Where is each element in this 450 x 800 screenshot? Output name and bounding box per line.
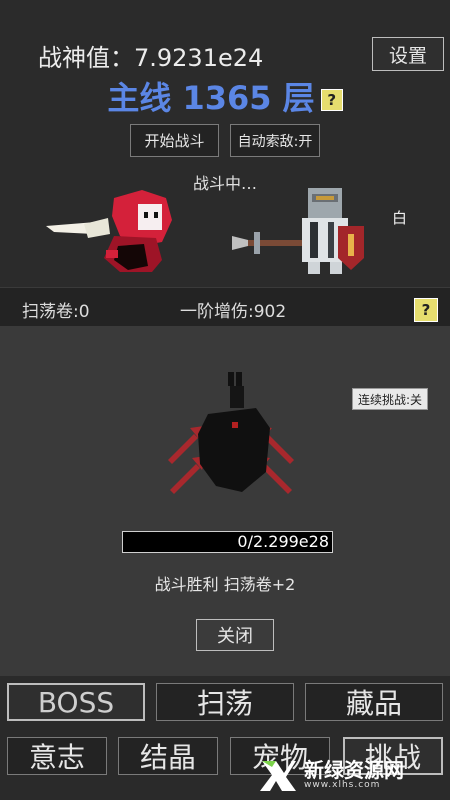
nav-boss-button[interactable]: BOSS [7,683,145,721]
nav-crystal-button[interactable]: 结晶 [118,737,218,775]
main-floor-label: 主线 1365 层 [107,79,315,117]
battle-power-text: 战神值：7.9231e24 [38,44,264,72]
nav-will-button[interactable]: 意志 [7,737,107,775]
knight-enemy-sprite [232,188,364,274]
watermark-logo-icon [260,761,296,791]
battle-result-text: 战斗胜利 扫荡卷+2 [154,575,296,594]
nav-sweep-button[interactable]: 扫荡 [156,683,294,721]
settings-button[interactable]: 设置 [372,37,444,71]
main-floor-row: 主线 1365 层 ? [0,73,450,119]
close-button[interactable]: 关闭 [196,619,274,651]
nav-collection-button[interactable]: 藏品 [305,683,443,721]
boss-sprite [168,372,294,494]
continuous-challenge-toggle[interactable]: 连续挑战:关 [352,388,428,410]
watermark-title: 新绿资源网 [304,758,404,782]
boss-hp-text: 0/2.299e28 [237,532,329,551]
sweep-scroll-count: 扫荡卷:0 [22,302,90,322]
hero-sprite [46,190,172,272]
floor-help-button[interactable]: ? [320,89,343,111]
start-battle-button[interactable]: 开始战斗 [130,124,219,157]
info-help-button[interactable]: ? [414,298,438,322]
watermark: 新绿资源网 www.xlhs.com [258,752,450,798]
auto-target-toggle[interactable]: 自动索敌:开 [230,124,320,157]
enemy-name-label: 白 [392,209,408,227]
damage-bonus-text: 一阶增伤:902 [180,302,287,322]
